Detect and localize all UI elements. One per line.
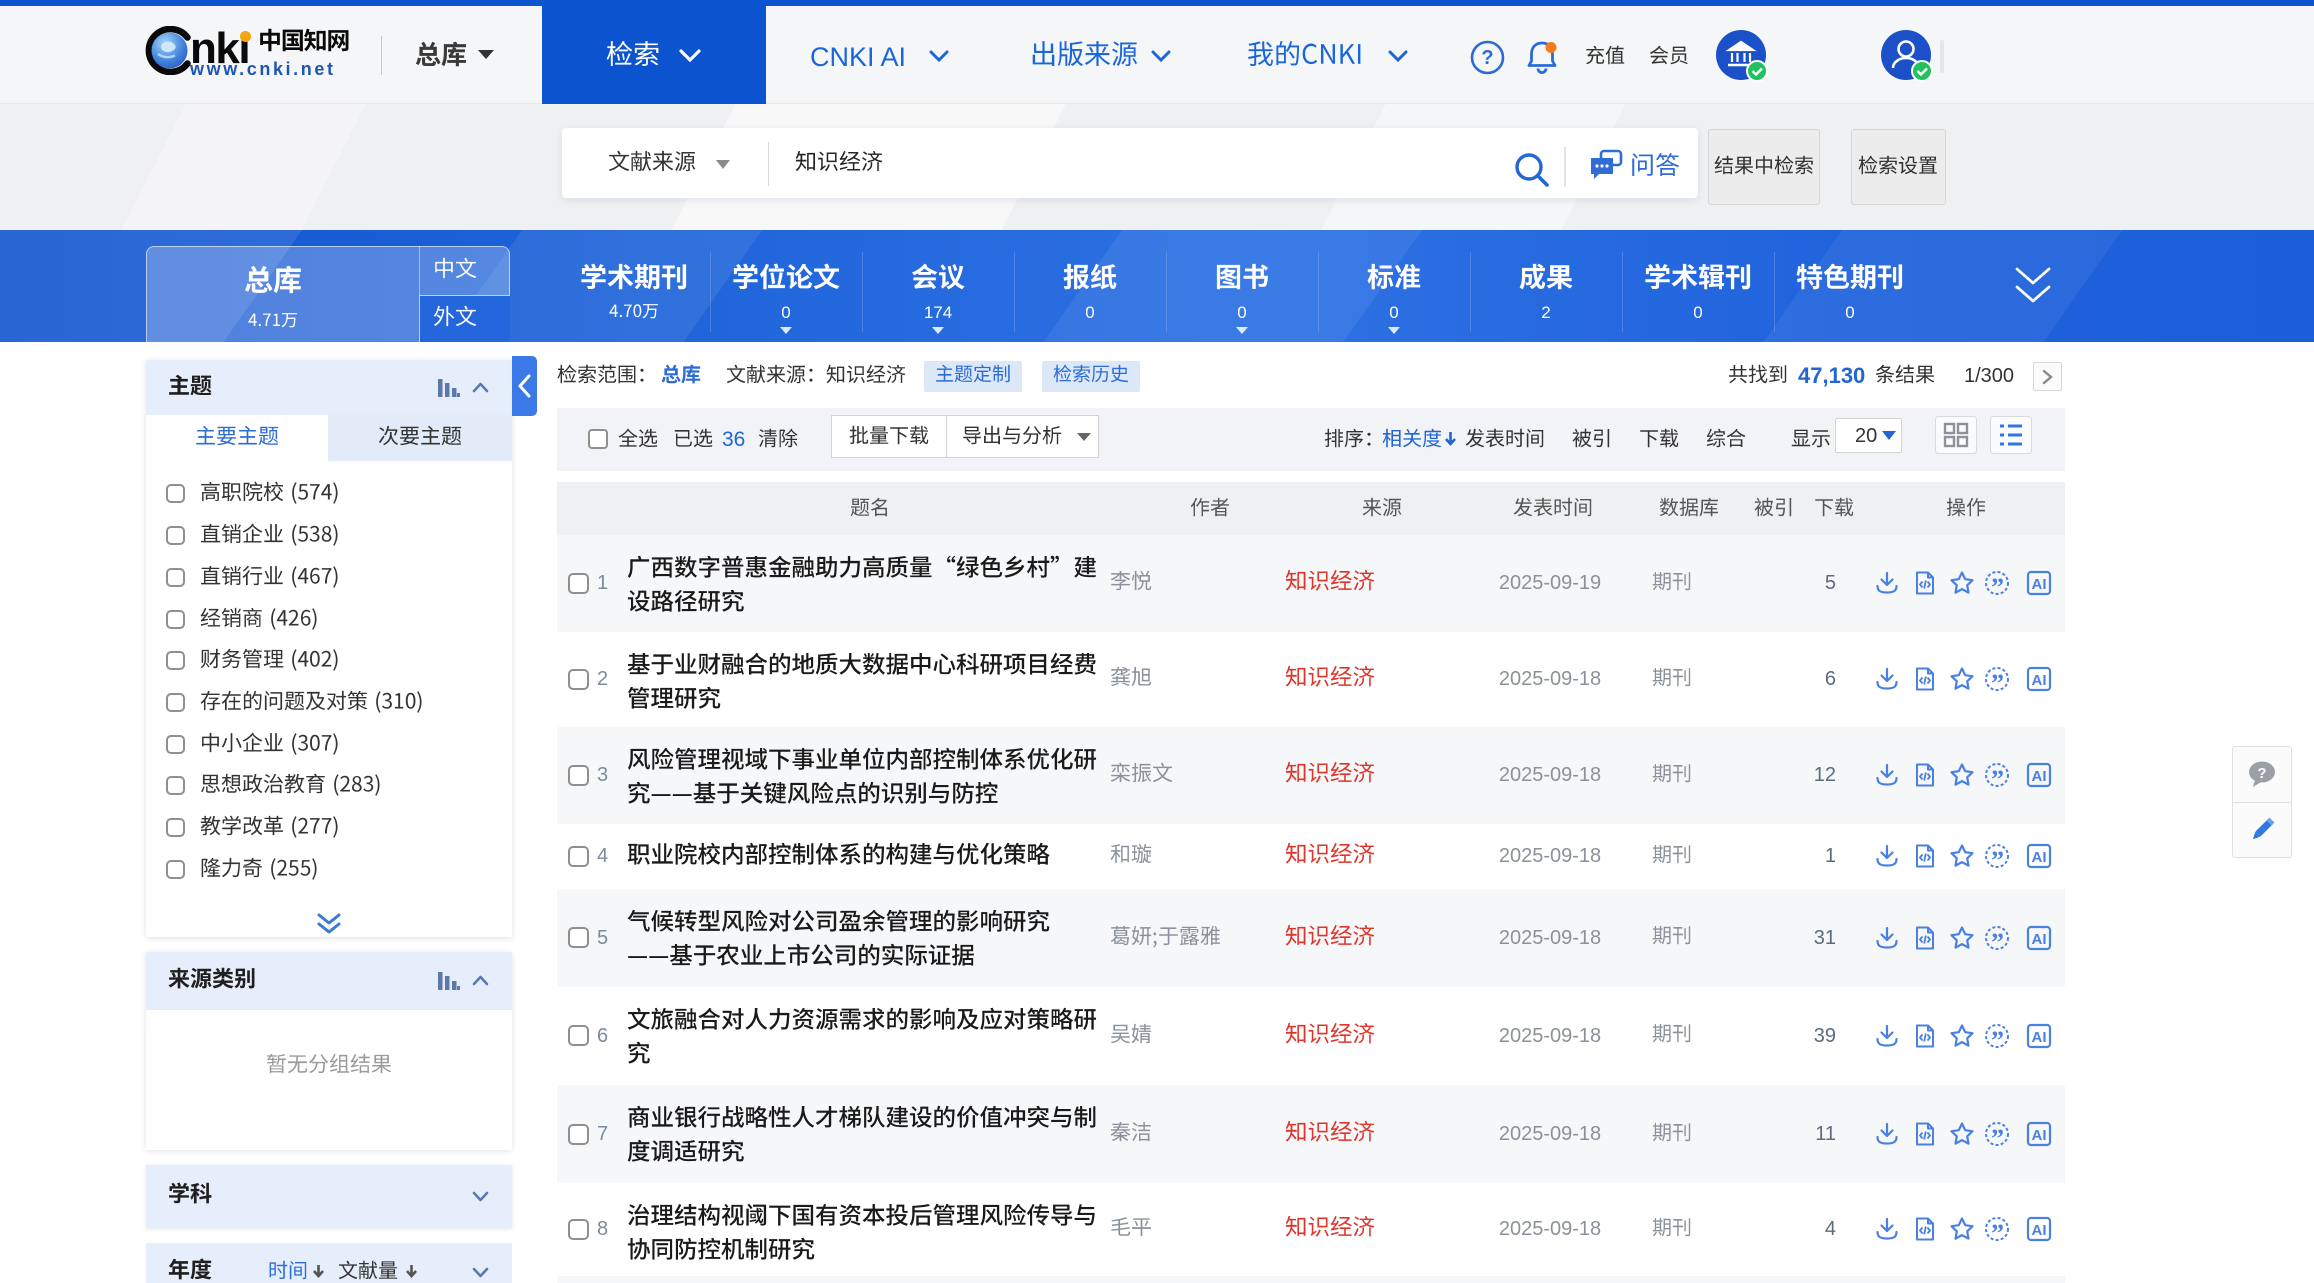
svg-text:?: ? [2257, 765, 2266, 782]
svg-text:?: ? [1481, 47, 1493, 69]
